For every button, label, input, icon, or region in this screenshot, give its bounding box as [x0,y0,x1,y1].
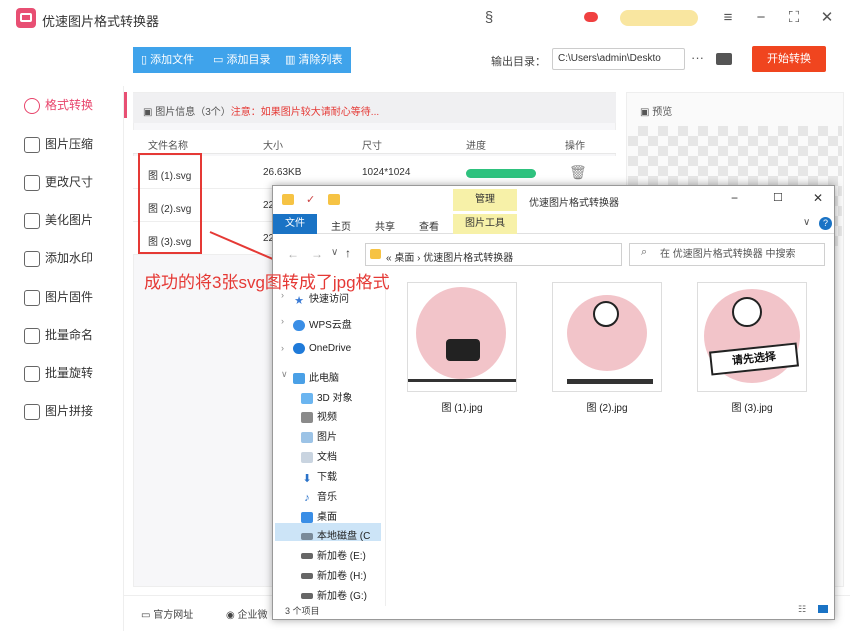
cloud-icon [293,319,305,331]
file-thumbnail[interactable]: 请先选择 [697,282,807,392]
back-icon[interactable]: ← [287,247,299,261]
pictures-icon [301,431,313,443]
download-icon: ⬇ [302,472,312,485]
file-thumbnail[interactable] [407,282,517,392]
nav-item-pictures[interactable]: 图片 [301,428,337,443]
computer-icon [293,372,305,384]
nav-item-drive-h[interactable]: 新加卷 (H:) [301,567,366,582]
tab-file[interactable]: 文件 [273,214,317,234]
details-view-icon[interactable]: ☷ [798,604,806,615]
nav-item-documents[interactable]: 文档 [301,448,337,463]
search-icon: ⌕ [641,246,648,258]
nav-item-downloads[interactable]: ⬇ 下载 [301,468,337,485]
large-icons-view-icon[interactable] [818,605,828,613]
music-icon: ♪ [304,491,310,504]
star-icon: ★ [294,294,304,307]
folder-icon [282,194,294,205]
chevron-down-icon[interactable]: ∨ [803,217,810,228]
file-name: 图 (2).jpg [586,403,628,414]
onedrive-icon [293,343,305,354]
chevron-right-icon: › [281,343,284,353]
properties-icon[interactable]: ✓ [306,193,315,206]
nav-item-wps[interactable]: › WPS云盘 [281,316,352,331]
3d-objects-icon [301,392,313,404]
image-illustration [416,287,506,379]
manage-tab[interactable]: 管理 [453,189,517,211]
documents-icon [301,451,313,463]
nav-item-onedrive[interactable]: › OneDrive [281,343,351,354]
file-explorer-window[interactable]: ✓ 管理 优速图片格式转换器 − ☐ ✕ 文件 主页 共享 查看 图片工具 ∨ … [272,185,835,620]
tab-picture-tools[interactable]: 图片工具 [453,214,517,234]
close-icon[interactable]: ✕ [813,191,823,205]
video-icon [301,411,313,423]
nav-item-video[interactable]: 视频 [301,408,337,423]
tab-view[interactable]: 查看 [419,218,439,233]
minimize-icon[interactable]: − [731,191,738,205]
ground-line [408,379,516,382]
file-name: 图 (1).jpg [441,403,483,414]
recent-dropdown-icon[interactable]: ∨ [331,247,338,258]
address-bar[interactable]: « 桌面 › 优速图片格式转换器 [365,243,622,266]
drive-icon [301,553,313,560]
drive-icon [301,573,313,580]
nav-item-3d[interactable]: 3D 对象 [301,389,353,404]
up-icon[interactable]: ↑ [345,246,351,260]
face-illustration [593,301,619,327]
nav-item-drive-e[interactable]: 新加卷 (E:) [301,547,366,562]
camera-illustration [446,339,480,361]
desktop-icon [301,511,313,523]
search-input[interactable]: 在 优速图片格式转换器 中搜索 [629,243,825,266]
maximize-icon[interactable]: ☐ [773,191,783,204]
status-bar: 3 个项目 [285,606,320,616]
nav-item-this-pc[interactable]: ∨ 此电脑 [281,369,339,384]
tab-share[interactable]: 共享 [375,218,395,233]
nav-item-music[interactable]: ♪ 音乐 [301,488,337,504]
tab-home[interactable]: 主页 [331,218,351,233]
folder-icon [370,249,381,259]
nav-item-desktop[interactable]: 桌面 [301,508,337,523]
file-name: 图 (3).jpg [731,403,773,414]
ribbon-tabs: 文件 主页 共享 查看 图片工具 ∨ ? [273,214,834,234]
help-icon[interactable]: ? [819,217,832,230]
explorer-title: 优速图片格式转换器 [529,198,619,209]
annotation-caption: 成功的将3张svg图转成了jpg格式 [144,273,390,292]
drive-icon [301,593,313,600]
chevron-down-icon: ∨ [281,369,288,379]
progress-illustration [567,379,653,384]
file-thumbnail[interactable] [552,282,662,392]
nav-item-drive-g[interactable]: 新加卷 (G:) [301,587,367,602]
face-illustration [732,297,762,327]
forward-icon[interactable]: → [311,247,323,261]
chevron-right-icon: › [281,316,284,326]
address-path: « 桌面 › 优速图片格式转换器 [386,253,514,264]
drive-icon [301,532,313,540]
nav-item-drive-c[interactable]: 本地磁盘 (C [301,527,370,542]
new-folder-icon[interactable] [328,194,340,205]
